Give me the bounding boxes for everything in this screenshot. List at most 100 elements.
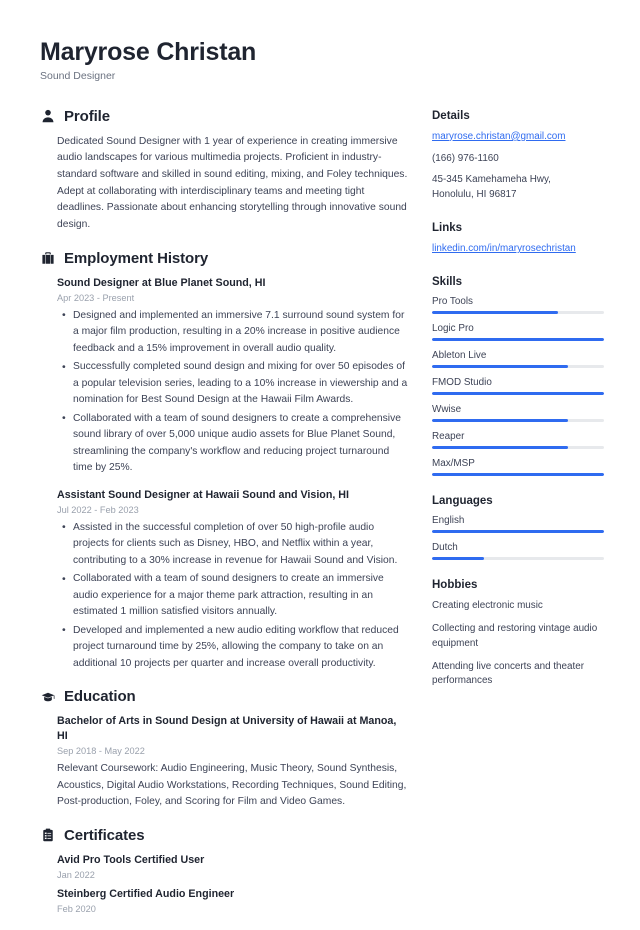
employment-body: Sound Designer at Blue Planet Sound, HI … [40,276,408,672]
skill-bar-fill [432,473,604,477]
profile-text: Dedicated Sound Designer with 1 year of … [57,135,408,231]
skill-label: Logic Pro [432,323,474,335]
languages-heading: Languages [432,495,493,508]
sidebar-section-skills: Skills Pro Tools Logic Pro Ableton Live [432,276,604,477]
bullet-item: Developed and implemented a new audio ed… [62,622,408,672]
skill-bar-fill [432,419,568,423]
skill-item: FMOD Studio [432,377,604,396]
language-bar-track [432,530,604,534]
skill-bar-fill [432,446,568,450]
skill-label: FMOD Studio [432,377,492,389]
section-employment: Employment History Sound Designer at Blu… [40,250,408,672]
sidebar-column: Details maryrose.christan@gmail.com (166… [432,108,604,709]
section-profile: Profile Dedicated Sound Designer with 1 … [40,108,408,234]
profile-body: Dedicated Sound Designer with 1 year of … [40,134,408,234]
employment-entry: Assistant Sound Designer at Hawaii Sound… [57,488,408,672]
employment-entry-bullets: Assisted in the successful completion of… [57,519,408,672]
hobby-item: Attending live concerts and theater perf… [432,660,585,687]
hobbies-heading: Hobbies [432,579,478,592]
resume-header: Maryrose Christan Sound Designer [40,38,600,82]
employment-entry-title: Assistant Sound Designer at Hawaii Sound… [57,488,349,501]
skill-bar-fill [432,311,558,315]
candidate-job-title: Sound Designer [40,69,116,82]
education-entry-title: Bachelor of Arts in Sound Design at Univ… [57,715,397,743]
profile-heading-row: Profile [40,108,408,125]
candidate-name: Maryrose Christan [40,38,257,66]
skill-bar-track [432,365,604,369]
skill-item: Wwise [432,404,604,423]
employment-entry-bullets: Designed and implemented an immersive 7.… [57,307,408,477]
employment-entry-date: Jul 2022 - Feb 2023 [57,504,139,515]
skill-bar-track [432,311,604,315]
skill-item: Logic Pro [432,323,604,342]
skill-item: Ableton Live [432,350,604,369]
bullet-item: Designed and implemented an immersive 7.… [62,307,408,357]
language-bar-fill [432,530,604,534]
employment-entry: Sound Designer at Blue Planet Sound, HI … [57,276,408,477]
language-bar-track [432,557,604,561]
employment-title: Employment History [64,249,209,267]
bullet-item: Successfully completed sound design and … [62,359,408,408]
person-icon [40,109,55,124]
skills-heading: Skills [432,276,463,289]
skill-item: Reaper [432,431,604,450]
links-heading: Links [432,222,463,235]
certificate-title: Steinberg Certified Audio Engineer [57,888,235,901]
email-link[interactable]: maryrose.christan@gmail.com [432,130,604,145]
education-title: Education [64,688,136,706]
education-heading-row: Education [40,688,408,705]
briefcase-icon [40,251,55,266]
bullet-item: Assisted in the successful completion of… [62,519,408,569]
certificates-heading-row: Certificates [40,827,408,844]
bullet-item: Collaborated with a team of sound design… [62,571,408,620]
certificate-entry: Avid Pro Tools Certified User Jan 2022 [57,853,408,880]
education-entry: Bachelor of Arts in Sound Design at Univ… [57,714,408,811]
education-entry-date: Sep 2018 - May 2022 [57,746,145,757]
linkedin-link[interactable]: linkedin.com/in/maryrosechristan [432,242,604,257]
language-label: Dutch [432,542,458,554]
sidebar-section-details: Details maryrose.christan@gmail.com (166… [432,110,604,203]
employment-entry-title: Sound Designer at Blue Planet Sound, HI [57,276,266,289]
sidebar-section-links: Links linkedin.com/in/maryrosechristan [432,222,604,257]
language-label: English [432,515,465,527]
language-item: English [432,515,604,534]
graduation-cap-icon [40,689,55,704]
skill-bar-track [432,419,604,423]
section-education: Education Bachelor of Arts in Sound Desi… [40,688,408,811]
skill-label: Pro Tools [432,296,473,308]
skill-bar-track [432,392,604,396]
skill-bar-track [432,446,604,450]
skill-bar-fill [432,392,604,396]
skill-item: Max/MSP [432,458,604,477]
skill-label: Max/MSP [432,458,475,470]
clipboard-icon [40,828,55,843]
profile-title: Profile [64,107,110,125]
skill-bar-track [432,473,604,477]
resume-page: Maryrose Christan Sound Designer Profile [0,0,640,914]
skill-label: Reaper [432,431,465,443]
certificates-title: Certificates [64,826,145,844]
skill-label: Ableton Live [432,350,487,362]
details-heading: Details [432,109,470,122]
skill-label: Wwise [432,404,462,416]
skill-bar-track [432,338,604,342]
sidebar-section-hobbies: Hobbies Creating electronic music Collec… [432,579,604,689]
main-column: Profile Dedicated Sound Designer with 1 … [40,108,408,930]
section-certificates: Certificates Avid Pro Tools Certified Us… [40,827,408,914]
bullet-item: Collaborated with a team of sound design… [62,410,408,477]
certificate-title: Avid Pro Tools Certified User [57,853,205,866]
education-body: Bachelor of Arts in Sound Design at Univ… [40,714,408,811]
employment-heading-row: Employment History [40,250,408,267]
employment-entry-date: Apr 2023 - Present [57,292,135,303]
certificate-entry: Steinberg Certified Audio Engineer Feb 2… [57,887,408,914]
sidebar-section-languages: Languages English Dutch [432,495,604,561]
skill-item: Pro Tools [432,296,604,315]
certificates-body: Avid Pro Tools Certified User Jan 2022 S… [40,853,408,914]
address-line-1: 45-345 Kamehameha Hwy, [432,174,551,186]
hobby-item: Collecting and restoring vintage audio e… [432,622,598,649]
certificate-date: Jan 2022 [57,870,95,881]
language-bar-fill [432,557,484,561]
certificate-date: Feb 2020 [57,904,96,915]
language-item: Dutch [432,542,604,561]
hobby-item: Creating electronic music [432,600,543,612]
